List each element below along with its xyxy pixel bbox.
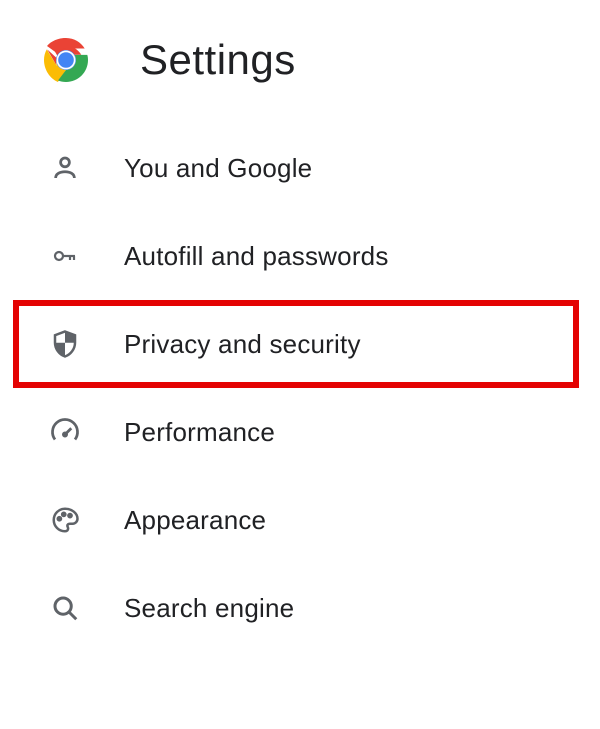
shield-icon — [48, 327, 82, 361]
sidebar-item-search-engine[interactable]: Search engine — [0, 564, 600, 652]
key-icon — [48, 239, 82, 273]
sidebar-item-you-and-google[interactable]: You and Google — [0, 124, 600, 212]
settings-header: Settings — [0, 36, 600, 124]
palette-icon — [48, 503, 82, 537]
user-icon — [48, 151, 82, 185]
chrome-logo-icon — [42, 36, 90, 84]
settings-sidebar-container: Settings You and Google Autofill a — [0, 0, 600, 652]
speedometer-icon — [48, 415, 82, 449]
sidebar-item-appearance[interactable]: Appearance — [0, 476, 600, 564]
sidebar-item-label: Performance — [124, 417, 275, 448]
sidebar-item-privacy-security[interactable]: Privacy and security — [0, 300, 600, 388]
sidebar-item-performance[interactable]: Performance — [0, 388, 600, 476]
sidebar-item-label: Autofill and passwords — [124, 241, 389, 272]
sidebar-item-label: Appearance — [124, 505, 266, 536]
page-title: Settings — [140, 36, 296, 84]
sidebar-item-label: Search engine — [124, 593, 294, 624]
sidebar-item-label: You and Google — [124, 153, 312, 184]
settings-nav: You and Google Autofill and passwords — [0, 124, 600, 652]
sidebar-item-autofill[interactable]: Autofill and passwords — [0, 212, 600, 300]
sidebar-item-label: Privacy and security — [124, 329, 361, 360]
search-icon — [48, 591, 82, 625]
